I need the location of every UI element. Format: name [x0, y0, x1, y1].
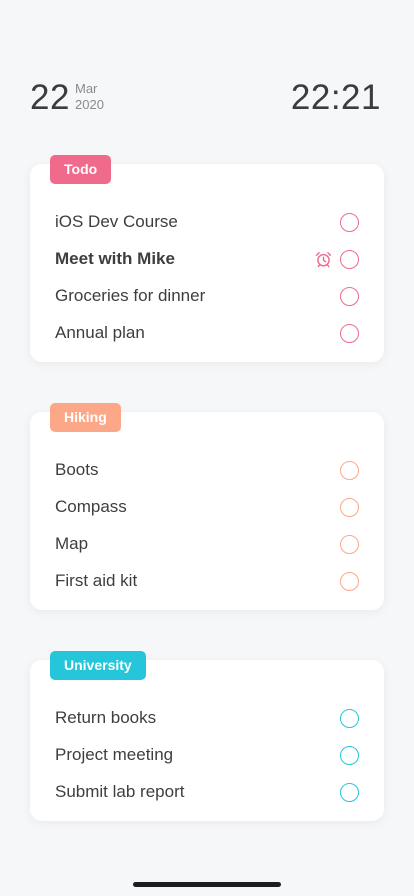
item-label: Boots	[55, 460, 99, 479]
circle-check-icon[interactable]	[340, 250, 359, 269]
item-label: Map	[55, 534, 89, 553]
list-item[interactable]: Meet with Mike	[30, 241, 384, 278]
list-item[interactable]: Return books	[30, 700, 384, 737]
circle-check-icon[interactable]	[340, 709, 359, 728]
list-card-todo: Todo iOS Dev Course Meet with Mike Groce…	[30, 155, 384, 362]
item-label: iOS Dev Course	[55, 212, 178, 231]
list-item[interactable]: Compass	[30, 489, 384, 526]
circle-check-icon[interactable]	[340, 535, 359, 554]
circle-check-icon[interactable]	[340, 498, 359, 517]
header: 22 Mar 2020 22:21	[0, 72, 414, 122]
list-items: Boots Compass Map First aid kit	[30, 452, 384, 600]
list-item[interactable]: Map	[30, 526, 384, 563]
item-label: Return books	[55, 708, 157, 727]
date-month: Mar	[75, 81, 98, 96]
list-item[interactable]: Boots	[30, 452, 384, 489]
list-item[interactable]: Groceries for dinner	[30, 278, 384, 315]
circle-check-icon[interactable]	[340, 783, 359, 802]
item-label: Project meeting	[55, 745, 174, 764]
item-label: Submit lab report	[55, 782, 185, 801]
alarm-clock-icon[interactable]	[315, 251, 332, 268]
circle-check-icon[interactable]	[340, 746, 359, 765]
item-label: Annual plan	[55, 323, 145, 342]
list-item[interactable]: Annual plan	[30, 315, 384, 352]
circle-check-icon[interactable]	[340, 287, 359, 306]
item-label: Meet with Mike	[55, 249, 175, 268]
list-items: iOS Dev Course Meet with Mike Groceries …	[30, 204, 384, 352]
list-tag-hiking[interactable]: Hiking	[50, 403, 121, 432]
list-item[interactable]: iOS Dev Course	[30, 204, 384, 241]
list-items: Return books Project meeting Submit lab …	[30, 700, 384, 811]
list-tag-university[interactable]: University	[50, 651, 146, 680]
item-label: Groceries for dinner	[55, 286, 206, 305]
item-label: First aid kit	[55, 571, 138, 590]
list-card-university: University Return books Project meeting …	[30, 651, 384, 821]
list-card-hiking: Hiking Boots Compass Map First aid kit	[30, 403, 384, 610]
circle-check-icon[interactable]	[340, 324, 359, 343]
list-item[interactable]: Submit lab report	[30, 774, 384, 811]
date-day: 22	[30, 78, 70, 117]
clock-time: 22:21	[290, 78, 381, 117]
circle-check-icon[interactable]	[340, 461, 359, 480]
date-year: 2020	[75, 97, 104, 112]
circle-check-icon[interactable]	[340, 213, 359, 232]
list-item[interactable]: First aid kit	[30, 563, 384, 600]
circle-check-icon[interactable]	[340, 572, 359, 591]
list-tag-todo[interactable]: Todo	[50, 155, 112, 184]
list-item[interactable]: Project meeting	[30, 737, 384, 774]
home-indicator[interactable]	[133, 882, 281, 887]
item-label: Compass	[55, 497, 127, 516]
